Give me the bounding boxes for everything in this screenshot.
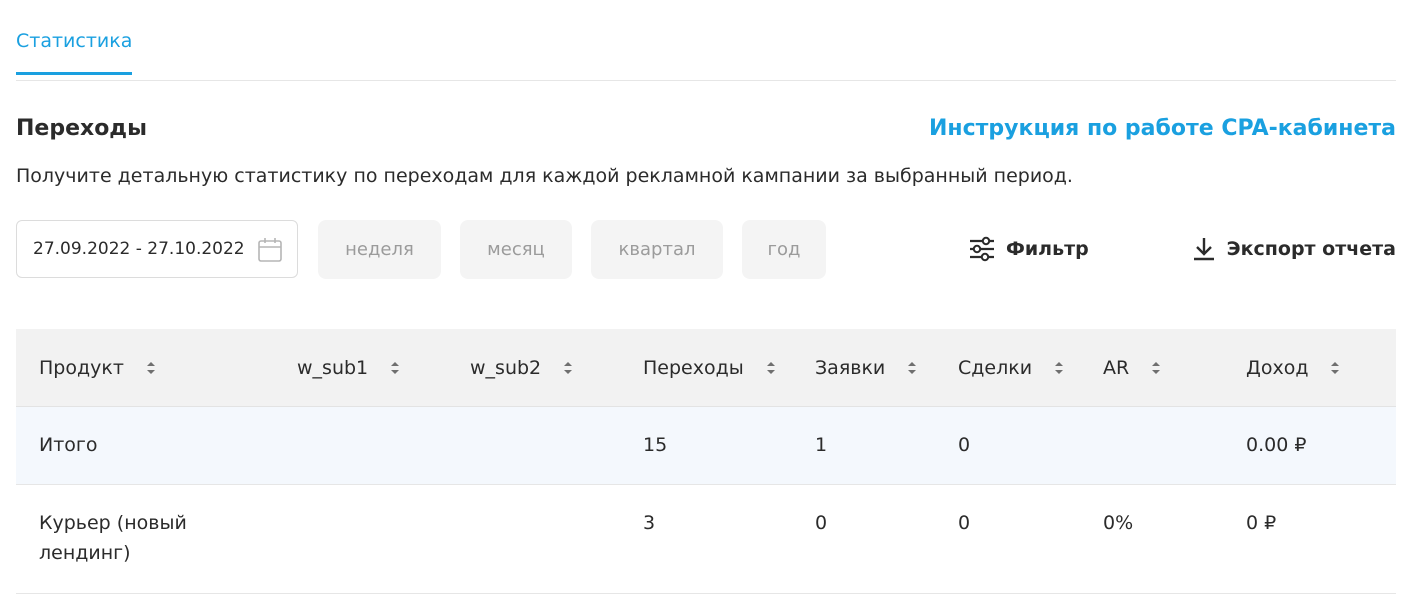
column-label: Продукт [39, 356, 124, 379]
table-cell: Итого [39, 434, 98, 456]
statistics-page: Статистика Переходы Инструкция по работе… [0, 0, 1418, 595]
table-cell: 0% [1103, 512, 1134, 534]
sort-icon [1331, 361, 1340, 374]
period-month-button[interactable]: месяц [460, 220, 572, 279]
export-label: Экспорт отчета [1226, 238, 1396, 260]
table-row: Курьер (новый лендинг) 3 0 0 0% 0 ₽ [16, 485, 1396, 594]
table-cell: 0 ₽ [1246, 512, 1277, 534]
table-cell: 1 [815, 434, 828, 456]
column-header-applications[interactable]: Заявки [815, 329, 917, 406]
column-label: AR [1103, 356, 1130, 379]
column-header-income[interactable]: Доход [1246, 329, 1340, 406]
date-range-picker[interactable]: 27.09.2022 - 27.10.2022 [16, 220, 298, 278]
sort-icon [1152, 361, 1161, 374]
export-report-button[interactable]: Экспорт отчета [1191, 236, 1396, 262]
period-year-button[interactable]: год [742, 220, 826, 279]
sliders-icon [970, 236, 994, 262]
column-label: Заявки [815, 356, 886, 379]
calendar-icon [258, 238, 282, 262]
sort-icon [391, 361, 400, 374]
column-header-w-sub1[interactable]: w_sub1 [297, 329, 400, 406]
sort-icon [564, 361, 573, 374]
column-label: Доход [1246, 356, 1309, 379]
table-cell: 0 [815, 512, 828, 534]
filter-label: Фильтр [1006, 238, 1089, 260]
column-header-w-sub2[interactable]: w_sub2 [470, 329, 573, 406]
sort-icon [146, 361, 155, 374]
sort-icon [766, 361, 775, 374]
page-description: Получите детальную статистику по переход… [16, 165, 1073, 187]
column-label: w_sub1 [297, 356, 369, 379]
column-label: Сделки [958, 356, 1033, 379]
filter-button[interactable]: Фильтр [968, 236, 1089, 262]
table-cell: 0.00 ₽ [1246, 434, 1307, 456]
tab-statistics[interactable]: Статистика [16, 30, 133, 75]
table-cell: Курьер (новый лендинг) [39, 512, 187, 564]
table-cell: 0 [958, 434, 971, 456]
download-icon [1193, 238, 1214, 261]
column-header-deals[interactable]: Сделки [958, 329, 1064, 406]
column-header-product[interactable]: Продукт [39, 329, 156, 406]
table-total-row: Итого 15 1 0 0.00 ₽ [16, 407, 1396, 485]
table-header: Продукт w_sub1 w_sub2 Переходы Заявки Сд… [16, 329, 1396, 407]
period-quarter-button[interactable]: квартал [591, 220, 723, 279]
column-label: Переходы [643, 356, 744, 379]
table-cell: 0 [958, 512, 971, 534]
column-label: w_sub2 [470, 356, 542, 379]
transitions-table: Продукт w_sub1 w_sub2 Переходы Заявки Сд… [16, 329, 1396, 594]
sort-icon [908, 361, 917, 374]
table-cell: 3 [643, 512, 656, 534]
period-week-button[interactable]: неделя [318, 220, 441, 279]
cpa-instructions-link[interactable]: Инструкция по работе CPA-кабинета [929, 116, 1396, 141]
column-header-ar[interactable]: AR [1103, 329, 1161, 406]
table-cell: 15 [643, 434, 668, 456]
page-title: Переходы [16, 116, 147, 141]
date-range-value: 27.09.2022 - 27.10.2022 [33, 239, 245, 259]
tab-bar: Статистика [16, 0, 1396, 81]
column-header-transitions[interactable]: Переходы [643, 329, 776, 406]
sort-icon [1055, 361, 1064, 374]
